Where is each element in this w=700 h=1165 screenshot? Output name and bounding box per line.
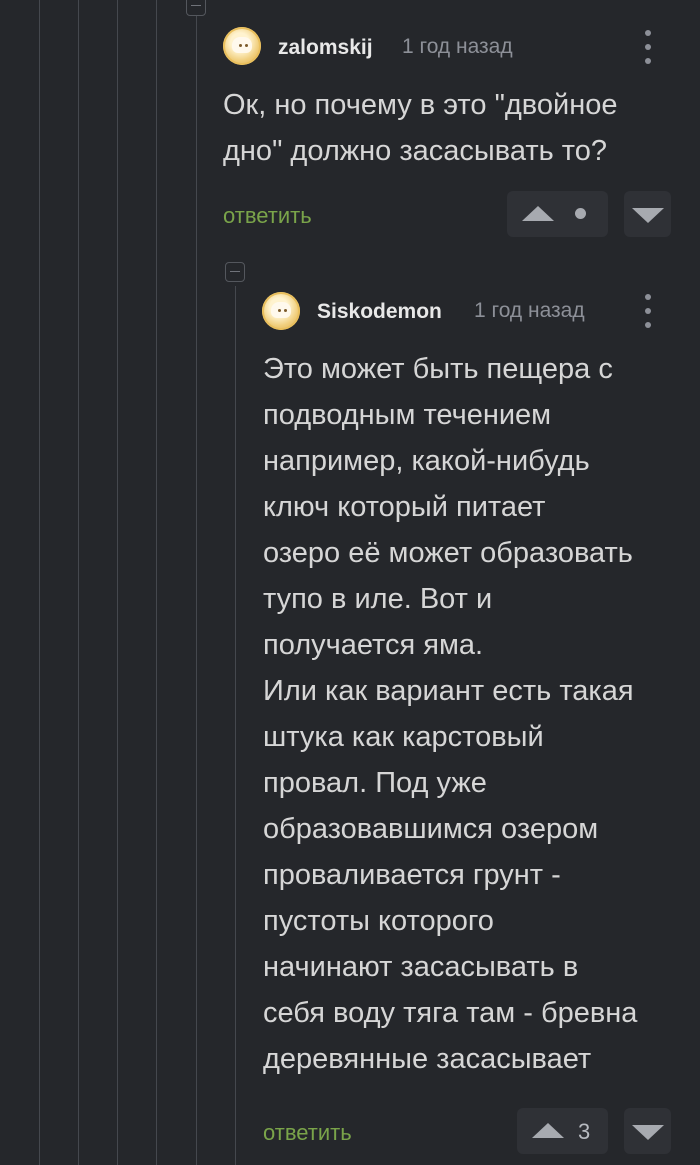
comment-text-line: ключ который питает [263,491,546,523]
comment-text-line: образовавшимся озером [263,813,599,845]
comment-text-line: Или как вариант есть такая [263,675,634,707]
downvote-arrow-icon[interactable] [632,208,664,223]
reply-link[interactable]: ответить [223,203,312,229]
comment-text-line: Ок, но почему в это "двойное [223,89,618,121]
comment-timestamp: 1 год назад [402,35,513,58]
kebab-menu-icon[interactable] [638,30,658,64]
comment-timestamp: 1 год назад [474,299,585,322]
vote-box [507,191,608,237]
comment-username[interactable]: zalomskij [278,36,373,60]
avatar[interactable] [223,27,261,65]
comment-text-line: например, какой-нибудь [263,445,590,477]
collapse-minus-icon[interactable] [186,0,206,16]
rating-count: 3 [578,1119,591,1144]
downvote-arrow-icon[interactable] [632,1125,664,1140]
comment-text: Это может быть пещера с подводным течени… [263,346,637,1082]
upvote-arrow-icon[interactable] [532,1123,564,1138]
comment-text-line: деревянные засасывает [263,1043,592,1075]
thread-line [78,0,79,1165]
comment-text-line: штука как карстовый [263,721,544,753]
kebab-menu-icon[interactable] [638,294,658,328]
comment-text-line: дно" должно засасывать то? [223,135,607,167]
upvote-arrow-icon[interactable] [522,206,554,221]
thread-line [156,0,157,1165]
comment-text-line: проваливается грунт - [263,859,561,891]
avatar[interactable] [262,292,300,330]
rating-neutral-dot [575,208,586,219]
comment-text: Ок, но почему в это "двойное дно" должно… [223,82,617,174]
comment-text-line: подводным течением [263,399,552,431]
collapse-minus-icon[interactable] [225,262,245,282]
thread-line [117,0,118,1165]
vote-box [624,191,671,237]
thread-line [235,286,236,1165]
comment-text-line: себя воду тяга там - бревна [263,997,638,1029]
comment-text-line: получается яма. [263,629,484,661]
comment-text-line: провал. Под уже [263,767,487,799]
thread-line [196,0,197,1165]
comment-text-line: Это может быть пещера с [263,353,613,385]
comment-text-line: начинают засасывать в [263,951,579,983]
comment-text-line: озеро её может образовать [263,537,633,569]
thread-line [39,0,40,1165]
reply-link[interactable]: ответить [263,1120,352,1146]
comment-text-line: тупо в иле. Вот и [263,583,493,615]
vote-box [624,1108,671,1154]
vote-box: 3 [517,1108,608,1154]
comment-username[interactable]: Siskodemon [317,300,442,324]
comment-text-line: пустоты которого [263,905,494,937]
